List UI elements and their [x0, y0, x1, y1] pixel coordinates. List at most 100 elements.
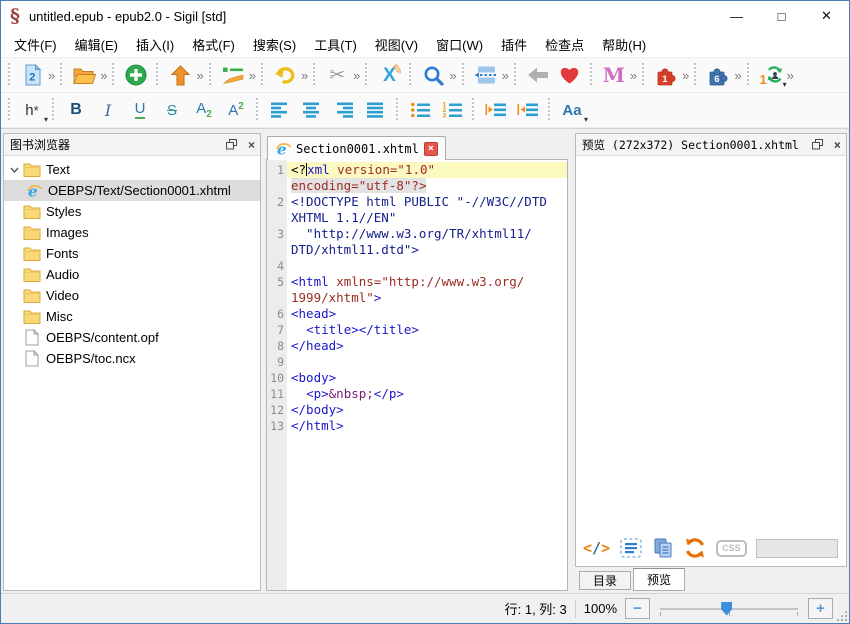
- float-dock-icon[interactable]: [226, 139, 237, 150]
- code-line[interactable]: 5<html xmlns="http://www.w3.org/: [267, 274, 567, 290]
- menu-item[interactable]: 格式(F): [183, 31, 244, 58]
- code-line[interactable]: 11 <p>&nbsp;</p>: [267, 386, 567, 402]
- toolbar-overflow-chevron[interactable]: »: [787, 68, 793, 83]
- zoom-slider[interactable]: [658, 599, 800, 619]
- subscript-button[interactable]: A2: [188, 95, 220, 125]
- menu-item[interactable]: 插入(I): [127, 31, 183, 58]
- tree-item[interactable]: OEBPS/content.opf: [4, 327, 260, 348]
- text-case-button[interactable]: Aa▾: [556, 95, 588, 125]
- tree-item[interactable]: OEBPS/toc.ncx: [4, 348, 260, 369]
- tree-item[interactable]: Misc: [4, 306, 260, 327]
- save-button[interactable]: [164, 60, 196, 90]
- code-line[interactable]: 1<?xml version="1.0": [267, 162, 567, 178]
- tree-item[interactable]: Styles: [4, 201, 260, 222]
- toolbar-overflow-chevron[interactable]: »: [630, 68, 636, 83]
- tree-item[interactable]: Text: [4, 159, 260, 180]
- underline-button[interactable]: U: [124, 95, 156, 125]
- numbered-list-button[interactable]: 123: [436, 95, 468, 125]
- bold-button[interactable]: B: [60, 95, 92, 125]
- align-left-button[interactable]: [264, 95, 296, 125]
- dock-splitter-right[interactable]: [568, 133, 575, 591]
- code-view-button[interactable]: </>: [583, 541, 610, 556]
- refresh-button[interactable]: [683, 537, 707, 559]
- x-pencil-button[interactable]: X✎: [373, 60, 405, 90]
- code-line[interactable]: XHTML 1.1//EN": [267, 210, 567, 226]
- code-line[interactable]: DTD/xhtml11.dtd">: [267, 242, 567, 258]
- plugin-red-1-button[interactable]: 1: [650, 60, 682, 90]
- menu-item[interactable]: 窗口(W): [427, 31, 492, 58]
- toolbar-overflow-chevron[interactable]: »: [196, 68, 202, 83]
- copy-button[interactable]: [652, 537, 674, 559]
- close-dock-icon[interactable]: ×: [248, 139, 255, 151]
- menu-item[interactable]: 编辑(E): [66, 31, 127, 58]
- toolbar-overflow-chevron[interactable]: »: [682, 68, 688, 83]
- zoom-slider-handle[interactable]: [721, 602, 732, 616]
- zoom-out-button[interactable]: −: [625, 598, 650, 619]
- menu-item[interactable]: 搜索(S): [244, 31, 305, 58]
- preview-css-field[interactable]: [756, 539, 838, 558]
- code-line[interactable]: 1999/xhtml">: [267, 290, 567, 306]
- menu-item[interactable]: 工具(T): [305, 31, 366, 58]
- metadata-m-button[interactable]: M: [598, 60, 630, 90]
- toolbar-overflow-chevron[interactable]: »: [353, 68, 359, 83]
- tree-item[interactable]: eOEBPS/Text/Section0001.xhtml: [4, 180, 260, 201]
- align-right-button[interactable]: [328, 95, 360, 125]
- outdent-button[interactable]: [480, 95, 512, 125]
- toolbar-overflow-chevron[interactable]: »: [301, 68, 307, 83]
- tree-item[interactable]: Video: [4, 285, 260, 306]
- close-dock-icon[interactable]: ×: [834, 139, 841, 151]
- find-button[interactable]: [417, 60, 449, 90]
- indent-button[interactable]: [512, 95, 544, 125]
- code-line[interactable]: 10<body>: [267, 370, 567, 386]
- menu-item[interactable]: 帮助(H): [593, 31, 655, 58]
- code-line[interactable]: 8</head>: [267, 338, 567, 354]
- strikethrough-button[interactable]: S: [156, 95, 188, 125]
- plugin-blue-6-button[interactable]: 6: [702, 60, 734, 90]
- inspect-lines-button[interactable]: [619, 537, 643, 559]
- code-line[interactable]: 2<!DOCTYPE html PUBLIC "-//W3C//DTD: [267, 194, 567, 210]
- new-epub-button[interactable]: 2: [16, 60, 48, 90]
- menu-item[interactable]: 插件: [492, 31, 536, 58]
- toolbar-overflow-chevron[interactable]: »: [48, 68, 54, 83]
- tab-section0001[interactable]: e Section0001.xhtml ×: [267, 136, 446, 160]
- close-button[interactable]: ✕: [804, 1, 849, 31]
- align-justify-button[interactable]: [360, 95, 392, 125]
- tab-toc[interactable]: 目录: [579, 571, 631, 590]
- tab-preview[interactable]: 预览: [633, 568, 685, 591]
- minimize-button[interactable]: —: [714, 1, 759, 31]
- back-button[interactable]: [522, 60, 554, 90]
- code-line[interactable]: 9: [267, 354, 567, 370]
- code-line[interactable]: 4: [267, 258, 567, 274]
- tree-item[interactable]: Audio: [4, 264, 260, 285]
- cut-button[interactable]: ✂: [321, 60, 353, 90]
- add-existing-button[interactable]: [120, 60, 152, 90]
- toolbar-overflow-chevron[interactable]: »: [249, 68, 255, 83]
- tree-item[interactable]: Images: [4, 222, 260, 243]
- italic-button[interactable]: I: [92, 95, 124, 125]
- zoom-in-button[interactable]: +: [808, 598, 833, 619]
- superscript-button[interactable]: A2: [220, 95, 252, 125]
- expander-chevron-icon[interactable]: [6, 167, 22, 173]
- code-line[interactable]: 3 "http://www.w3.org/TR/xhtml11/: [267, 226, 567, 242]
- menu-item[interactable]: 文件(F): [5, 31, 66, 58]
- menu-item[interactable]: 检查点: [536, 31, 593, 58]
- open-file-button[interactable]: [68, 60, 100, 90]
- donate-heart-button[interactable]: [554, 60, 586, 90]
- bullet-list-button[interactable]: [404, 95, 436, 125]
- edit-pencil-button[interactable]: [217, 60, 249, 90]
- align-center-button[interactable]: [296, 95, 328, 125]
- toolbar-overflow-chevron[interactable]: »: [502, 68, 508, 83]
- menu-item[interactable]: 视图(V): [366, 31, 427, 58]
- checkpoint-button[interactable]: 1▾: [755, 60, 787, 90]
- resize-grip-icon[interactable]: [836, 610, 847, 621]
- maximize-button[interactable]: □: [759, 1, 804, 31]
- toolbar-overflow-chevron[interactable]: »: [734, 68, 740, 83]
- undo-button[interactable]: [269, 60, 301, 90]
- code-line[interactable]: 6<head>: [267, 306, 567, 322]
- code-line[interactable]: 13</html>: [267, 418, 567, 434]
- code-line[interactable]: 7 <title></title>: [267, 322, 567, 338]
- tree-item[interactable]: Fonts: [4, 243, 260, 264]
- heading-select-button[interactable]: h*▾: [16, 95, 48, 125]
- code-line[interactable]: encoding="utf-8"?>: [267, 178, 567, 194]
- tab-close-icon[interactable]: ×: [424, 142, 438, 156]
